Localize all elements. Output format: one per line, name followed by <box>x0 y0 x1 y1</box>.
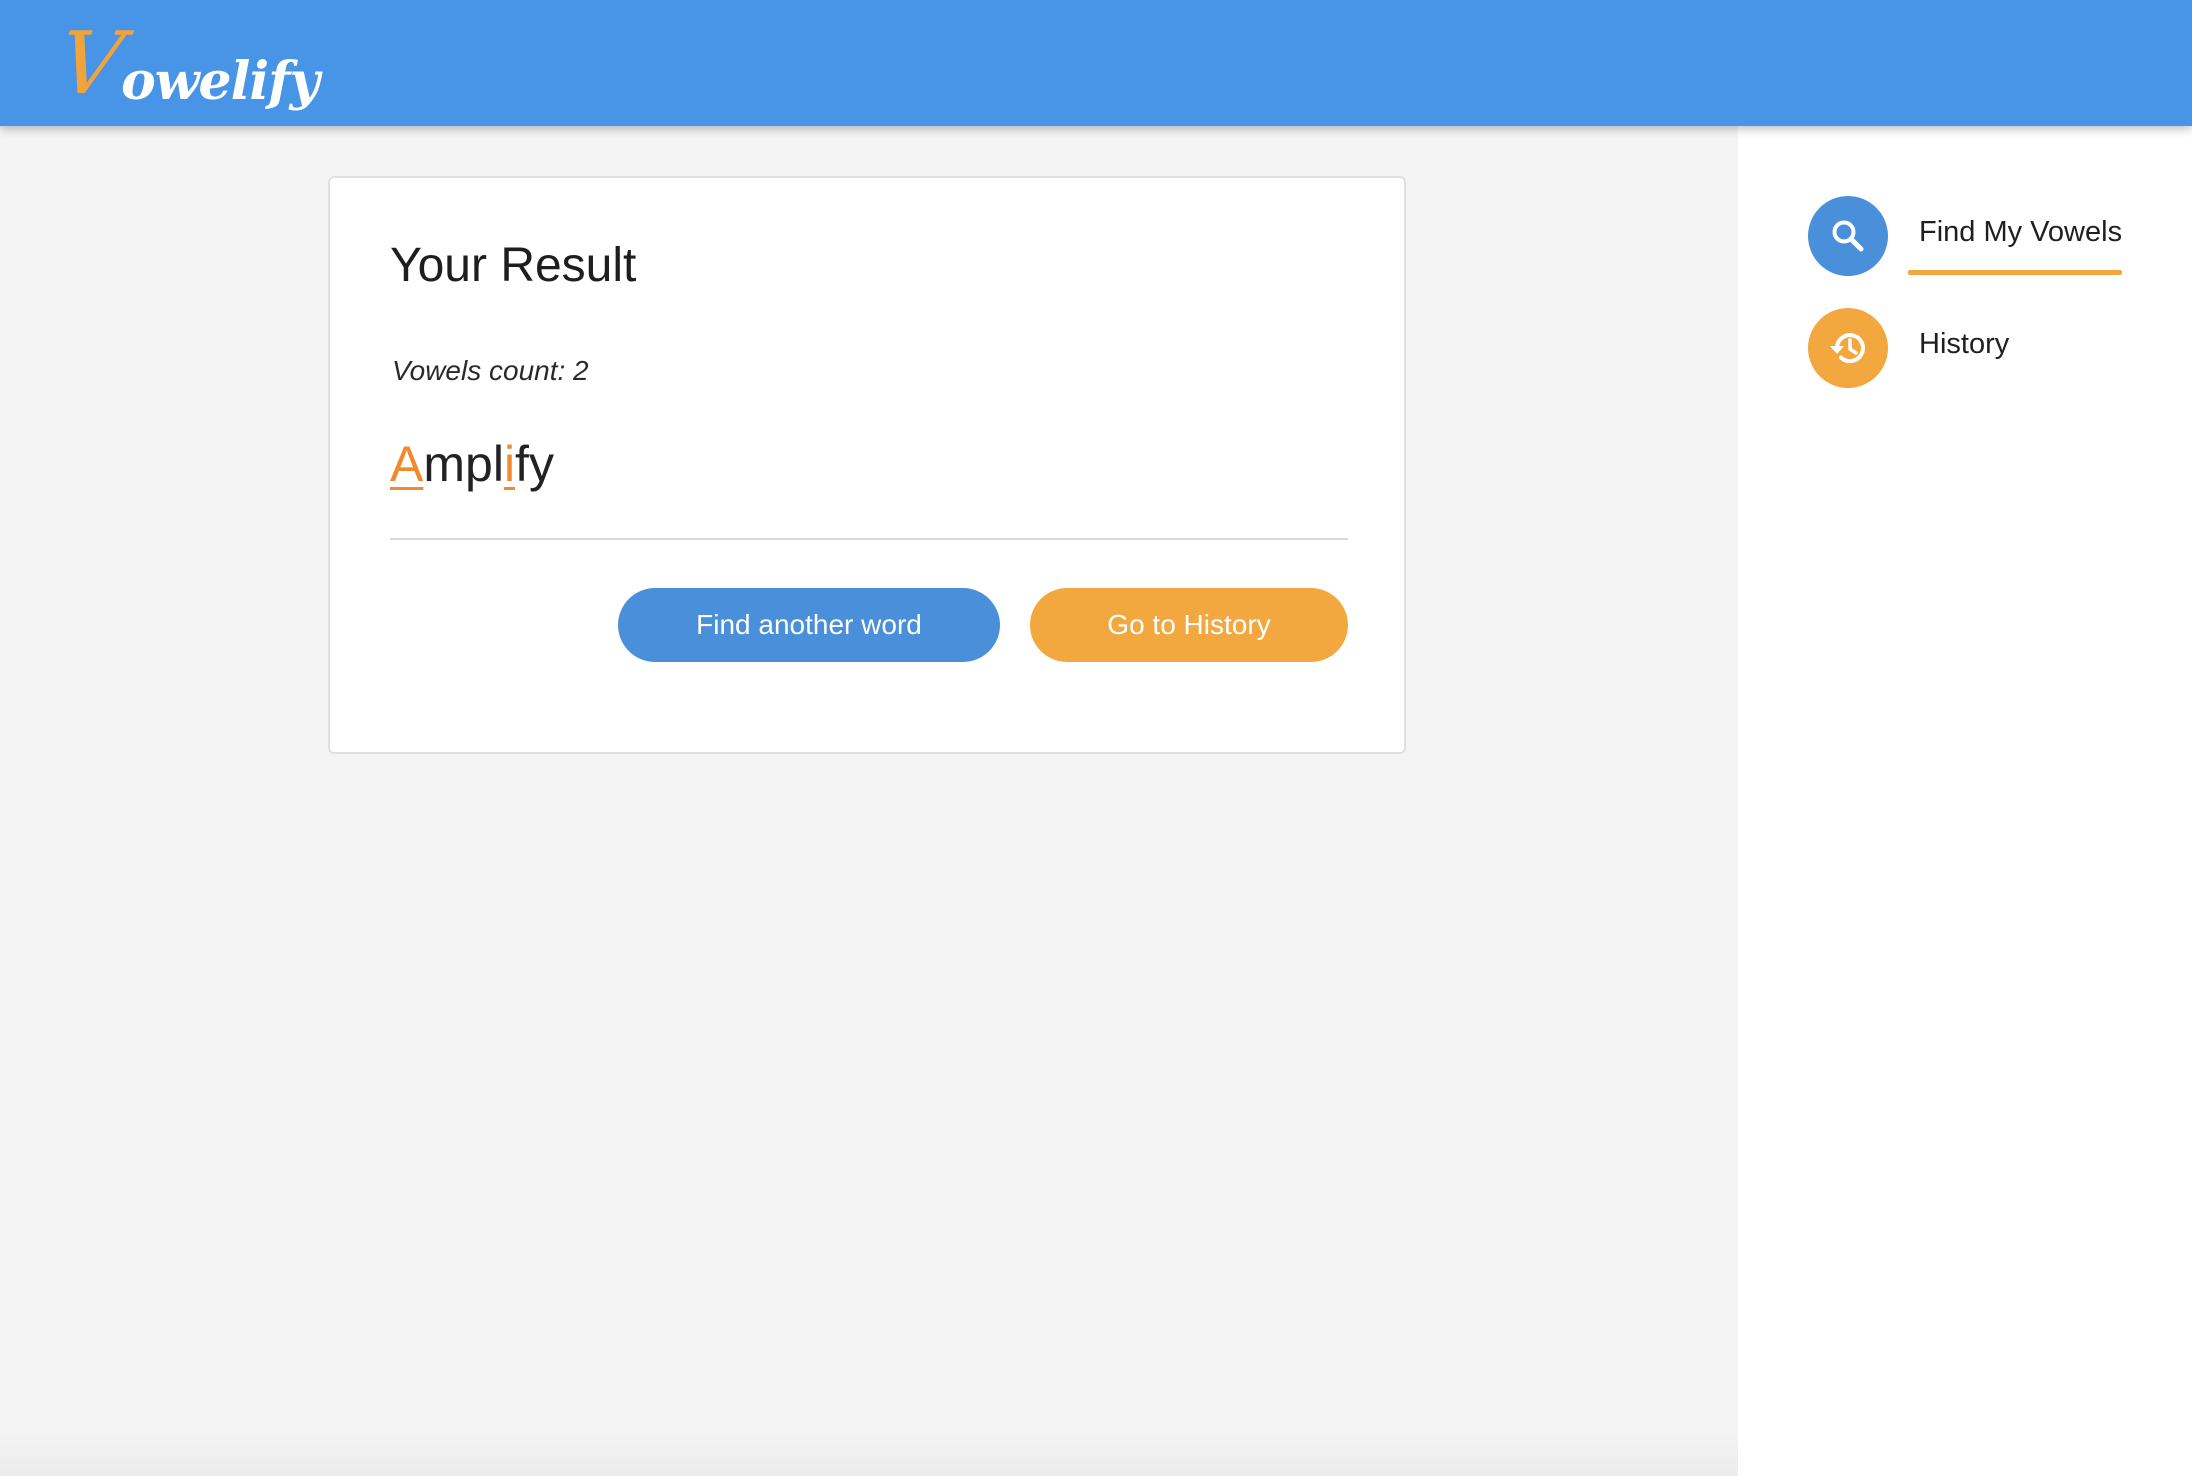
search-icon <box>1808 196 1888 276</box>
find-another-word-button[interactable]: Find another word <box>618 588 1000 662</box>
sidebar-item-find-my-vowels[interactable]: Find My Vowels <box>1808 196 2168 276</box>
consonant-letters: mpl <box>423 436 504 492</box>
consonant-letters: fy <box>515 436 554 492</box>
logo-text: owelify <box>121 51 320 112</box>
vowel-letter: A <box>390 436 424 492</box>
divider <box>390 538 1348 540</box>
vowels-count: Vowels count: 2 <box>392 355 589 386</box>
result-word: Amplify <box>390 434 554 494</box>
result-card: Your Result Vowels count: 2 Amplify Find… <box>328 176 1406 754</box>
history-icon <box>1808 308 1888 388</box>
page-title: Your Result <box>390 239 637 292</box>
sidebar-item-label: Find My Vowels <box>1919 216 2123 248</box>
go-to-history-button[interactable]: Go to History <box>1030 588 1348 662</box>
sidebar-nav: Find My Vowels History <box>1738 126 2192 1476</box>
sidebar-item-history[interactable]: History <box>1808 308 2168 388</box>
logo-initial: V <box>52 14 129 114</box>
sidebar-item-label: History <box>1919 328 2010 360</box>
top-app-bar: Vowelify <box>0 0 2192 126</box>
active-indicator <box>1908 270 2122 275</box>
vowel-letter: i <box>503 436 516 492</box>
bottom-shadow <box>0 1430 1738 1476</box>
vowelify-logo[interactable]: Vowelify <box>53 14 320 114</box>
